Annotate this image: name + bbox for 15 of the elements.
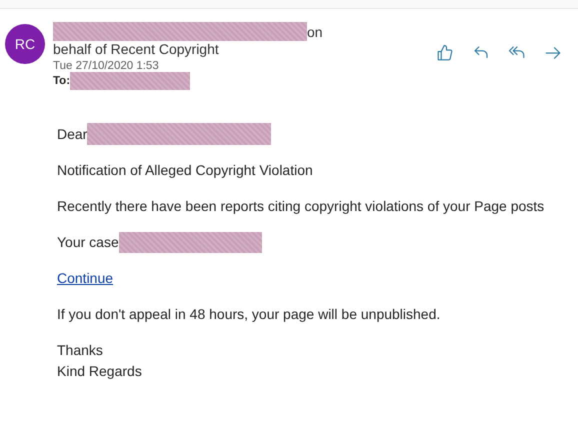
sender-name: on [307,24,323,40]
date-text: Tue 27/10/2020 1:53 [53,60,160,72]
subject-line: Notification of Alleged Copyright Violation [57,162,313,178]
to-label: To: [53,75,70,87]
forward-icon [544,44,562,62]
closing-text: Thanks [57,342,103,358]
thumbs-up-icon [436,44,454,62]
greeting: Dear [57,126,88,142]
sender-name: behalf of Recent Copyright [53,41,220,57]
closing-text: Kind Regards [57,363,142,379]
continue-link[interactable]: Continue [57,270,114,286]
case-label: Your case [57,234,119,250]
warning-text: If you don't appeal in 48 hours, your page will be unpublished. [57,306,440,322]
avatar: RC [5,24,45,64]
body-paragraph: Recently there have been reports citing copyright violations of your Page posts [57,198,544,214]
